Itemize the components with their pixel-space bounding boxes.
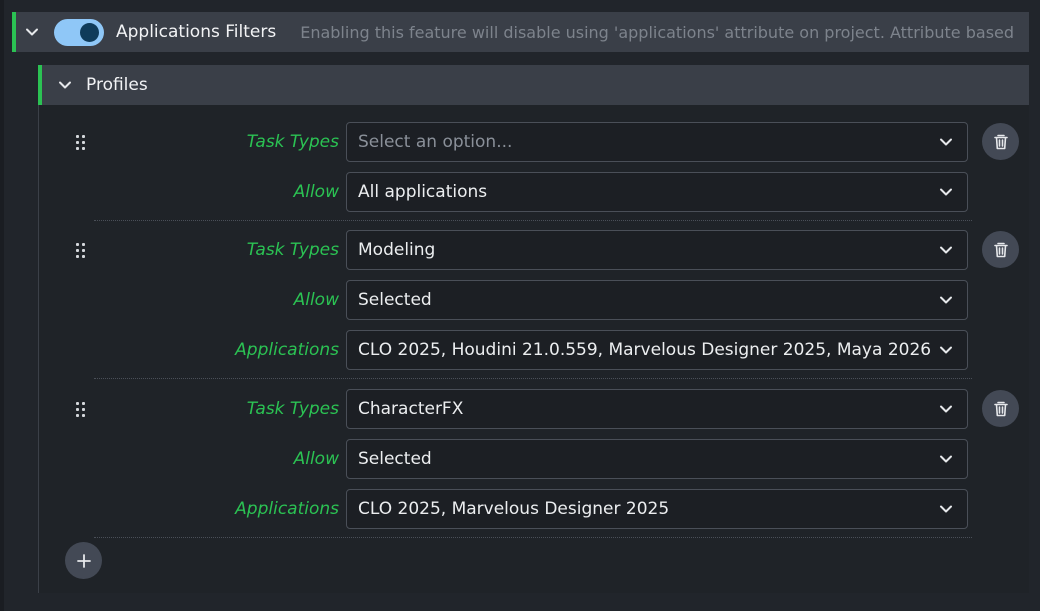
applications-label: Applications	[235, 340, 339, 360]
chevron-down-icon	[26, 28, 38, 36]
chevron-down-icon	[940, 296, 952, 304]
profiles-title: Profiles	[86, 75, 148, 95]
trash-icon	[993, 242, 1008, 257]
profile-separator	[94, 378, 972, 379]
toggle-knob	[80, 22, 99, 42]
profiles-list: Task Types Select an option... Allow All…	[39, 105, 1029, 593]
profile-1-allow-row: Allow All applications	[39, 172, 1029, 212]
chevron-down-icon	[940, 505, 952, 513]
applications-filters-header[interactable]: Applications Filters Enabling this featu…	[12, 12, 1029, 52]
allow-label: Allow	[293, 290, 339, 310]
task-types-select[interactable]: Select an option...	[346, 122, 968, 162]
task-types-label: Task Types	[246, 132, 339, 152]
profile-2-task-types-row: Task Types Modeling	[39, 230, 1029, 270]
select-value: CLO 2025, Houdini 21.0.559, Marvelous De…	[358, 340, 932, 360]
allow-select[interactable]: Selected	[346, 439, 968, 479]
profile-3-task-types-row: Task Types CharacterFX	[39, 389, 1029, 429]
profile-2-allow-row: Allow Selected	[39, 280, 1029, 320]
select-value: CharacterFX	[358, 399, 464, 419]
plus-icon	[76, 553, 91, 568]
panel-left-border	[38, 105, 39, 593]
chevron-down-icon	[940, 405, 952, 413]
chevron-down-icon	[59, 81, 71, 89]
chevron-down-icon	[940, 188, 952, 196]
allow-label: Allow	[293, 182, 339, 202]
select-value: Modeling	[358, 240, 436, 260]
collapse-button[interactable]	[16, 25, 52, 39]
trash-icon	[993, 401, 1008, 416]
profiles-header[interactable]: Profiles	[38, 65, 1029, 105]
allow-select[interactable]: Selected	[346, 280, 968, 320]
profile-2-applications-row: Applications CLO 2025, Houdini 21.0.559,…	[39, 330, 1029, 370]
chevron-down-icon	[940, 346, 952, 354]
add-profile-button[interactable]	[65, 542, 102, 579]
collapse-profiles-button[interactable]	[44, 78, 86, 92]
applications-select[interactable]: CLO 2025, Marvelous Designer 2025	[346, 489, 968, 529]
chevron-down-icon	[940, 455, 952, 463]
applications-label: Applications	[235, 499, 339, 519]
chevron-down-icon	[940, 246, 952, 254]
allow-label: Allow	[293, 449, 339, 469]
section-title: Applications Filters	[116, 22, 277, 42]
enable-toggle[interactable]	[54, 18, 104, 46]
profile-1-task-types-row: Task Types Select an option...	[39, 122, 1029, 162]
trash-icon	[993, 134, 1008, 149]
settings-frame: Applications Filters Enabling this featu…	[0, 0, 1040, 611]
delete-profile-button[interactable]	[982, 231, 1019, 268]
task-types-label: Task Types	[246, 240, 339, 260]
section-description: Enabling this feature will disable using…	[300, 22, 1015, 42]
select-value: Selected	[358, 290, 432, 310]
profile-3-applications-row: Applications CLO 2025, Marvelous Designe…	[39, 489, 1029, 529]
allow-select[interactable]: All applications	[346, 172, 968, 212]
profile-separator	[94, 537, 972, 538]
profile-separator	[94, 220, 972, 221]
profile-3-allow-row: Allow Selected	[39, 439, 1029, 479]
chevron-down-icon	[940, 138, 952, 146]
applications-select[interactable]: CLO 2025, Houdini 21.0.559, Marvelous De…	[346, 330, 968, 370]
delete-profile-button[interactable]	[982, 123, 1019, 160]
select-value: Selected	[358, 449, 432, 469]
task-types-select[interactable]: CharacterFX	[346, 389, 968, 429]
task-types-select[interactable]: Modeling	[346, 230, 968, 270]
delete-profile-button[interactable]	[982, 390, 1019, 427]
task-types-label: Task Types	[246, 399, 339, 419]
left-rail	[0, 0, 4, 611]
select-value: Select an option...	[358, 132, 513, 152]
select-value: All applications	[358, 182, 488, 202]
select-value: CLO 2025, Marvelous Designer 2025	[358, 499, 670, 519]
